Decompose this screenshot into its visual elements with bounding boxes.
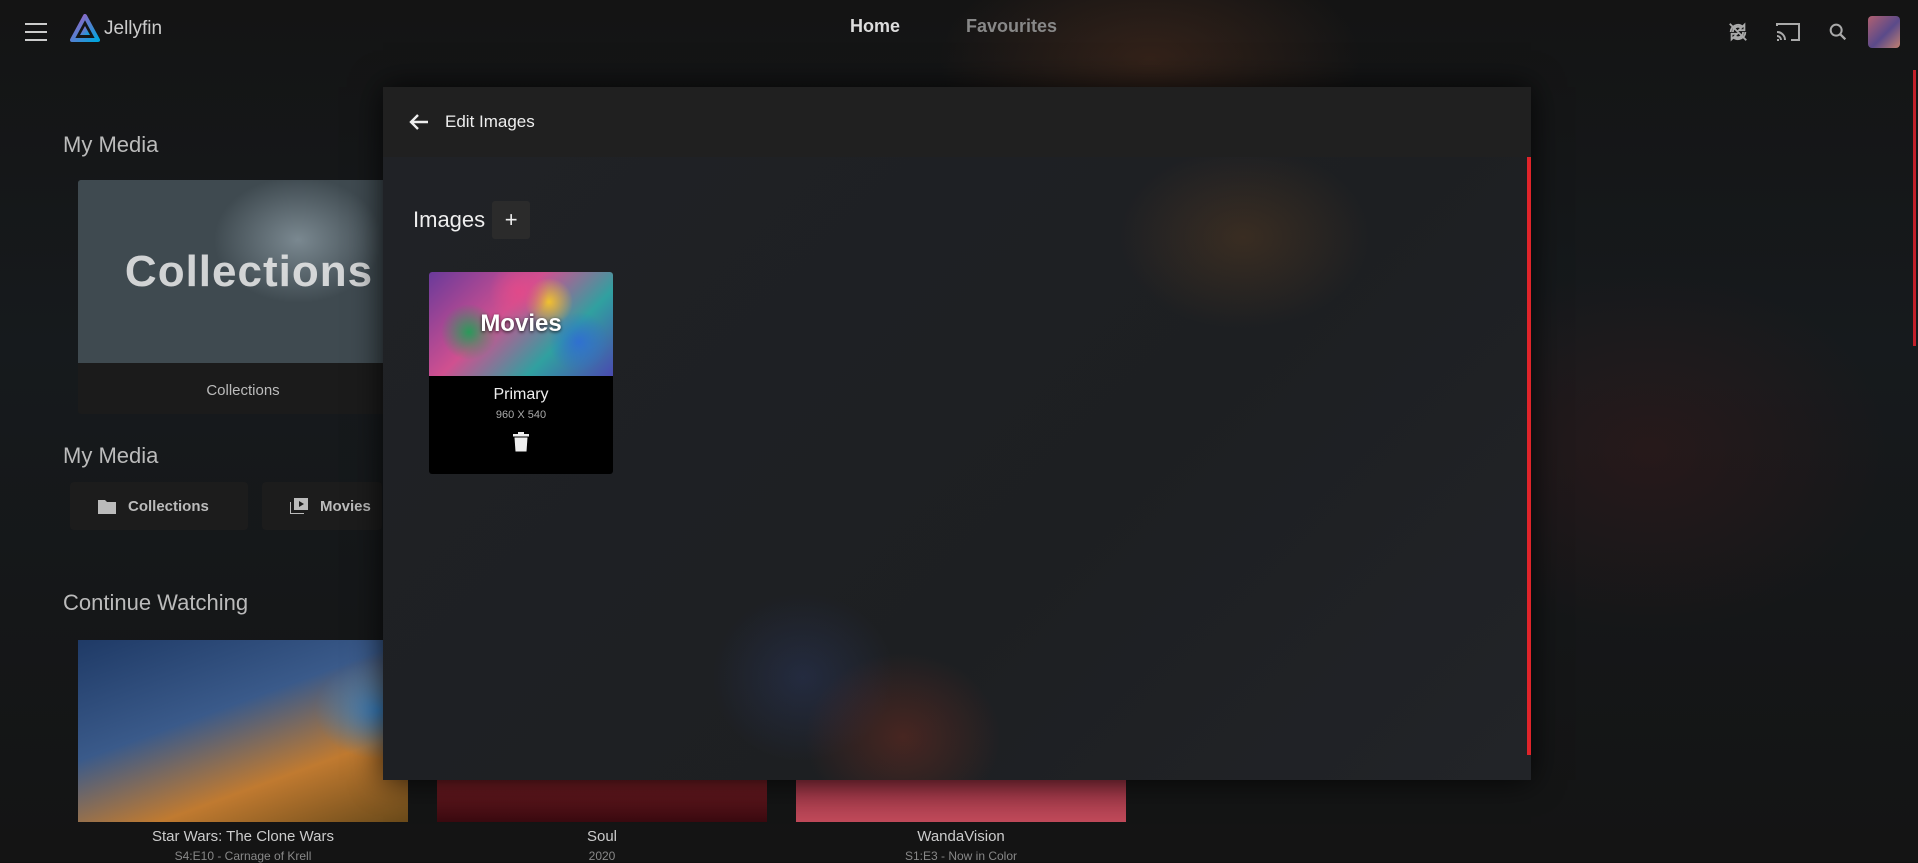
image-thumb-text: Movies [480, 310, 562, 337]
delete-icon[interactable] [510, 431, 532, 453]
continue-watching-title: Continue Watching [63, 590, 249, 615]
collections-card[interactable]: Collections Collections [78, 180, 408, 414]
card-subtitle: S1:E3 - Now in Color [904, 849, 1018, 863]
clone-wars-thumbnail [78, 640, 408, 822]
user-avatar[interactable] [1868, 16, 1900, 48]
my-media-title: My Media [63, 132, 159, 157]
card-subtitle: S4:E10 - Carnage of Krell [174, 849, 312, 863]
jellyfin-logo-icon [70, 14, 100, 42]
card-title: Star Wars: The Clone Wars [152, 828, 334, 845]
back-arrow-icon[interactable] [403, 106, 435, 138]
library-button-collections[interactable]: Collections [70, 482, 248, 530]
menu-icon[interactable] [22, 20, 50, 44]
page-scrollbar[interactable] [1913, 70, 1916, 346]
continue-watching-card[interactable]: Star Wars: The Clone Wars S4:E10 - Carna… [78, 640, 408, 863]
image-type: Primary [493, 386, 549, 403]
search-icon[interactable] [1822, 16, 1854, 48]
card-subtitle: 2020 [588, 849, 616, 863]
collections-thumbnail: Collections [78, 180, 408, 363]
library-button-movies[interactable]: Movies [262, 482, 382, 530]
image-dimensions: 960 X 540 [495, 409, 547, 421]
collections-thumb-text: Collections [124, 246, 374, 296]
library-button-label: Movies [320, 497, 371, 515]
top-bar: Jellyfin Home Favourites [0, 0, 1918, 64]
library-button-label: Collections [128, 497, 209, 515]
my-media-title-2: My Media [63, 443, 159, 468]
dialog-title: Edit Images [445, 112, 535, 131]
sync-disabled-icon[interactable] [1722, 16, 1754, 48]
image-thumbnail: Movies [429, 272, 613, 376]
dialog-header: Edit Images [383, 87, 1531, 157]
collections-caption: Collections [206, 382, 280, 399]
tab-favourites[interactable]: Favourites [966, 16, 1057, 37]
images-heading: Images [413, 207, 486, 232]
tab-home[interactable]: Home [850, 16, 900, 37]
card-title: WandaVision [917, 828, 1005, 845]
app-name: Jellyfin [104, 18, 163, 39]
image-card[interactable]: Movies Primary 960 X 540 [429, 272, 613, 474]
add-image-button[interactable]: + [492, 201, 531, 239]
app-logo[interactable]: Jellyfin [70, 14, 162, 44]
edit-images-dialog: Edit Images Images + Movies Primary 960 … [383, 87, 1531, 780]
dialog-body: Images + Movies Primary 960 X 540 [383, 157, 1531, 780]
card-title: Soul [586, 828, 618, 845]
folder-icon [98, 500, 116, 514]
dialog-scrollbar[interactable] [1527, 157, 1531, 755]
movie-library-icon [290, 498, 308, 514]
cast-icon[interactable] [1772, 16, 1804, 48]
